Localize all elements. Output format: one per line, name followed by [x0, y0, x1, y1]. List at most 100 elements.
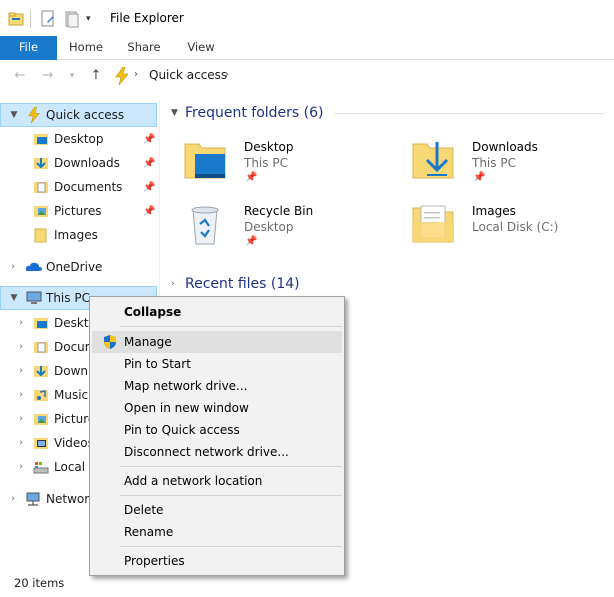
- folder-app-icon: [8, 10, 24, 28]
- nav-item-downloads[interactable]: Downloads 📌: [0, 151, 157, 175]
- tab-share[interactable]: Share: [115, 36, 173, 60]
- tile-name: Recycle Bin: [244, 204, 314, 218]
- ribbon: File Home Share View: [0, 36, 614, 60]
- forward-arrow-icon[interactable]: →: [40, 67, 56, 85]
- tile-name: Images: [472, 204, 516, 218]
- downloads-folder-icon: [33, 363, 49, 379]
- recent-locations-chevron-icon[interactable]: ▾: [64, 67, 80, 85]
- desktop-folder-icon: [181, 136, 229, 184]
- collapsed-chevron-icon[interactable]: ›: [16, 390, 26, 400]
- menu-item-collapse[interactable]: Collapse: [92, 301, 342, 323]
- nav-item-quick-access[interactable]: ▼ Quick access: [0, 103, 157, 127]
- menu-item-rename[interactable]: Rename: [92, 521, 342, 543]
- title-bar: ▾ File Explorer: [0, 0, 614, 36]
- documents-folder-icon: [33, 179, 49, 195]
- collapsed-chevron-icon[interactable]: ›: [16, 342, 26, 352]
- desktop-folder-icon: [33, 131, 49, 147]
- collapsed-chevron-icon[interactable]: ›: [16, 318, 26, 328]
- properties-icon[interactable]: [40, 10, 56, 28]
- pin-icon: 📌: [245, 172, 258, 183]
- nav-item-onedrive[interactable]: › OneDrive: [0, 255, 157, 279]
- nav-label: OneDrive: [46, 260, 103, 274]
- documents-folder-icon: [33, 339, 49, 355]
- menu-item-map-network-drive[interactable]: Map network drive...: [92, 375, 342, 397]
- quick-access-lightning-icon: [115, 66, 129, 88]
- tile-recycle-bin[interactable]: Recycle Bin Desktop 📌: [175, 200, 375, 256]
- downloads-folder-icon: [409, 136, 457, 184]
- tab-home[interactable]: Home: [57, 36, 115, 60]
- pin-icon: 📌: [143, 133, 156, 145]
- menu-item-open-in-new-window[interactable]: Open in new window: [92, 397, 342, 419]
- uac-shield-icon: [102, 334, 118, 350]
- collapsed-chevron-icon[interactable]: ›: [8, 494, 18, 504]
- tile-location: Local Disk (C:): [472, 220, 559, 234]
- nav-label: Documents: [54, 180, 123, 194]
- window-title: File Explorer: [110, 11, 184, 25]
- nav-item-desktop[interactable]: Desktop 📌: [0, 127, 157, 151]
- collapsed-chevron-icon[interactable]: ›: [16, 462, 26, 472]
- menu-item-add-network-location[interactable]: Add a network location: [92, 470, 342, 492]
- network-icon: [25, 491, 41, 507]
- menu-item-pin-to-start[interactable]: Pin to Start: [92, 353, 342, 375]
- tile-downloads[interactable]: Downloads This PC 📌: [403, 136, 603, 192]
- group-title: Recent files (14): [185, 276, 300, 292]
- collapsed-chevron-icon[interactable]: ›: [16, 366, 26, 376]
- nav-label: Pictures: [54, 204, 102, 218]
- address-path[interactable]: › Quick access ›: [111, 64, 614, 88]
- breadcrumb-quick-access[interactable]: Quick access: [149, 68, 227, 82]
- menu-item-properties[interactable]: Properties: [92, 550, 342, 572]
- group-collapsed-chevron-icon[interactable]: ›: [171, 279, 183, 289]
- tile-location: Desktop: [244, 220, 294, 234]
- nav-item-documents[interactable]: Documents 📌: [0, 175, 157, 199]
- tile-name: Downloads: [472, 140, 538, 154]
- breadcrumb-chevron-icon[interactable]: ›: [225, 69, 229, 80]
- local-disk-icon: [33, 459, 49, 475]
- tab-file[interactable]: File: [0, 36, 57, 60]
- tile-images[interactable]: Images Local Disk (C:): [403, 200, 603, 256]
- pin-icon: 📌: [143, 157, 156, 169]
- up-arrow-icon[interactable]: ↑: [88, 67, 104, 85]
- breadcrumb-separator-icon[interactable]: ›: [134, 69, 138, 80]
- menu-item-disconnect-network-drive[interactable]: Disconnect network drive...: [92, 441, 342, 463]
- new-folder-icon[interactable]: [64, 10, 80, 28]
- desktop-folder-icon: [33, 315, 49, 331]
- tile-desktop[interactable]: Desktop This PC 📌: [175, 136, 375, 192]
- group-title: Frequent folders (6): [185, 105, 324, 121]
- menu-item-delete[interactable]: Delete: [92, 499, 342, 521]
- menu-item-label: Manage: [124, 335, 172, 349]
- menu-separator: [120, 326, 342, 327]
- collapsed-chevron-icon[interactable]: ›: [16, 438, 26, 448]
- tab-view[interactable]: View: [173, 36, 229, 60]
- recent-files-group[interactable]: › Recent files (14): [171, 276, 300, 292]
- context-menu: Collapse Manage Pin to Start Map network…: [89, 296, 345, 576]
- expanded-chevron-icon[interactable]: ▼: [9, 293, 19, 303]
- collapsed-chevron-icon[interactable]: ›: [8, 262, 18, 272]
- nav-label: Downloads: [54, 156, 120, 170]
- quick-access-star-icon: [27, 106, 43, 124]
- group-expanded-chevron-icon[interactable]: ▼: [171, 108, 183, 118]
- tile-location: This PC: [472, 156, 516, 170]
- nav-item-pictures[interactable]: Pictures 📌: [0, 199, 157, 223]
- expanded-chevron-icon[interactable]: ▼: [9, 110, 19, 120]
- nav-label: Quick access: [46, 108, 125, 122]
- tile-name: Desktop: [244, 140, 294, 154]
- recycle-bin-icon: [181, 200, 229, 248]
- folder-with-documents-icon: [409, 200, 457, 248]
- quick-access-toolbar-separator: [30, 10, 31, 28]
- downloads-folder-icon: [33, 155, 49, 171]
- nav-label: Downl: [54, 364, 92, 378]
- menu-separator: [120, 546, 342, 547]
- menu-separator: [120, 466, 342, 467]
- nav-item-images[interactable]: Images: [0, 223, 157, 247]
- pin-icon: 📌: [473, 172, 486, 183]
- menu-separator: [120, 495, 342, 496]
- folder-icon: [33, 227, 49, 243]
- customize-toolbar-chevron-icon[interactable]: ▾: [86, 10, 91, 28]
- videos-folder-icon: [33, 435, 49, 451]
- menu-item-manage[interactable]: Manage: [92, 331, 342, 353]
- frequent-folders-group[interactable]: ▼ Frequent folders (6): [171, 105, 604, 121]
- collapsed-chevron-icon[interactable]: ›: [16, 414, 26, 424]
- menu-item-pin-to-quick-access[interactable]: Pin to Quick access: [92, 419, 342, 441]
- back-arrow-icon[interactable]: ←: [12, 67, 28, 85]
- onedrive-cloud-icon: [25, 259, 42, 275]
